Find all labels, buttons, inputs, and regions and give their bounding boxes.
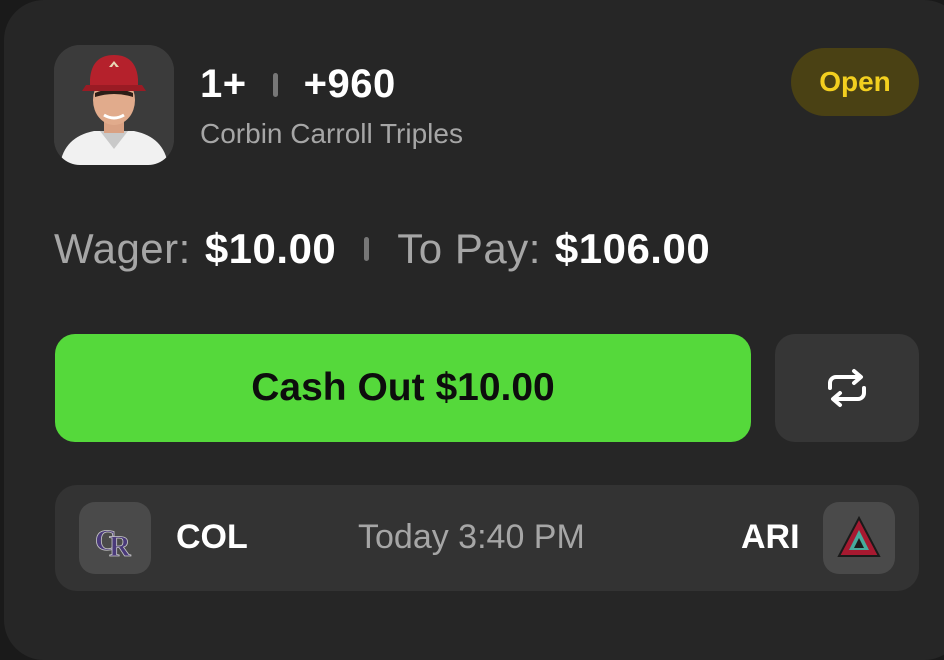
refresh-button[interactable]: [775, 334, 919, 442]
to-pay-value: $106.00: [554, 225, 711, 272]
rockies-logo-icon: C R: [79, 502, 151, 574]
status-badge: Open: [791, 48, 919, 116]
home-team-abbr: COL: [176, 518, 248, 556]
away-team-abbr: ARI: [741, 518, 800, 556]
bet-market: Corbin Carroll Triples: [200, 118, 463, 149]
bet-odds: +960: [303, 62, 396, 106]
wager-label: Wager:: [54, 225, 191, 272]
bet-line-row: 1+ +960: [200, 62, 396, 107]
player-avatar: [54, 45, 174, 165]
bet-line: 1+: [200, 62, 247, 106]
refresh-arrows-icon: [828, 369, 866, 407]
separator: [364, 237, 370, 261]
wager-row: Wager: $10.00 To Pay: $106.00: [54, 225, 710, 273]
player-headshot-icon: [54, 45, 174, 165]
wager-value: $10.00: [204, 225, 337, 272]
game-time: Today 3:40 PM: [358, 518, 585, 556]
svg-text:R: R: [109, 530, 131, 563]
to-pay-label: To Pay:: [397, 225, 541, 272]
diamondbacks-logo-icon: [823, 502, 895, 574]
separator: [272, 72, 278, 97]
bet-card: 1+ +960 Corbin Carroll Triples Open Wage…: [4, 0, 944, 660]
cash-out-button[interactable]: Cash Out $10.00: [55, 334, 751, 442]
game-info-bar[interactable]: C R COL Today 3:40 PM ARI: [55, 485, 919, 591]
